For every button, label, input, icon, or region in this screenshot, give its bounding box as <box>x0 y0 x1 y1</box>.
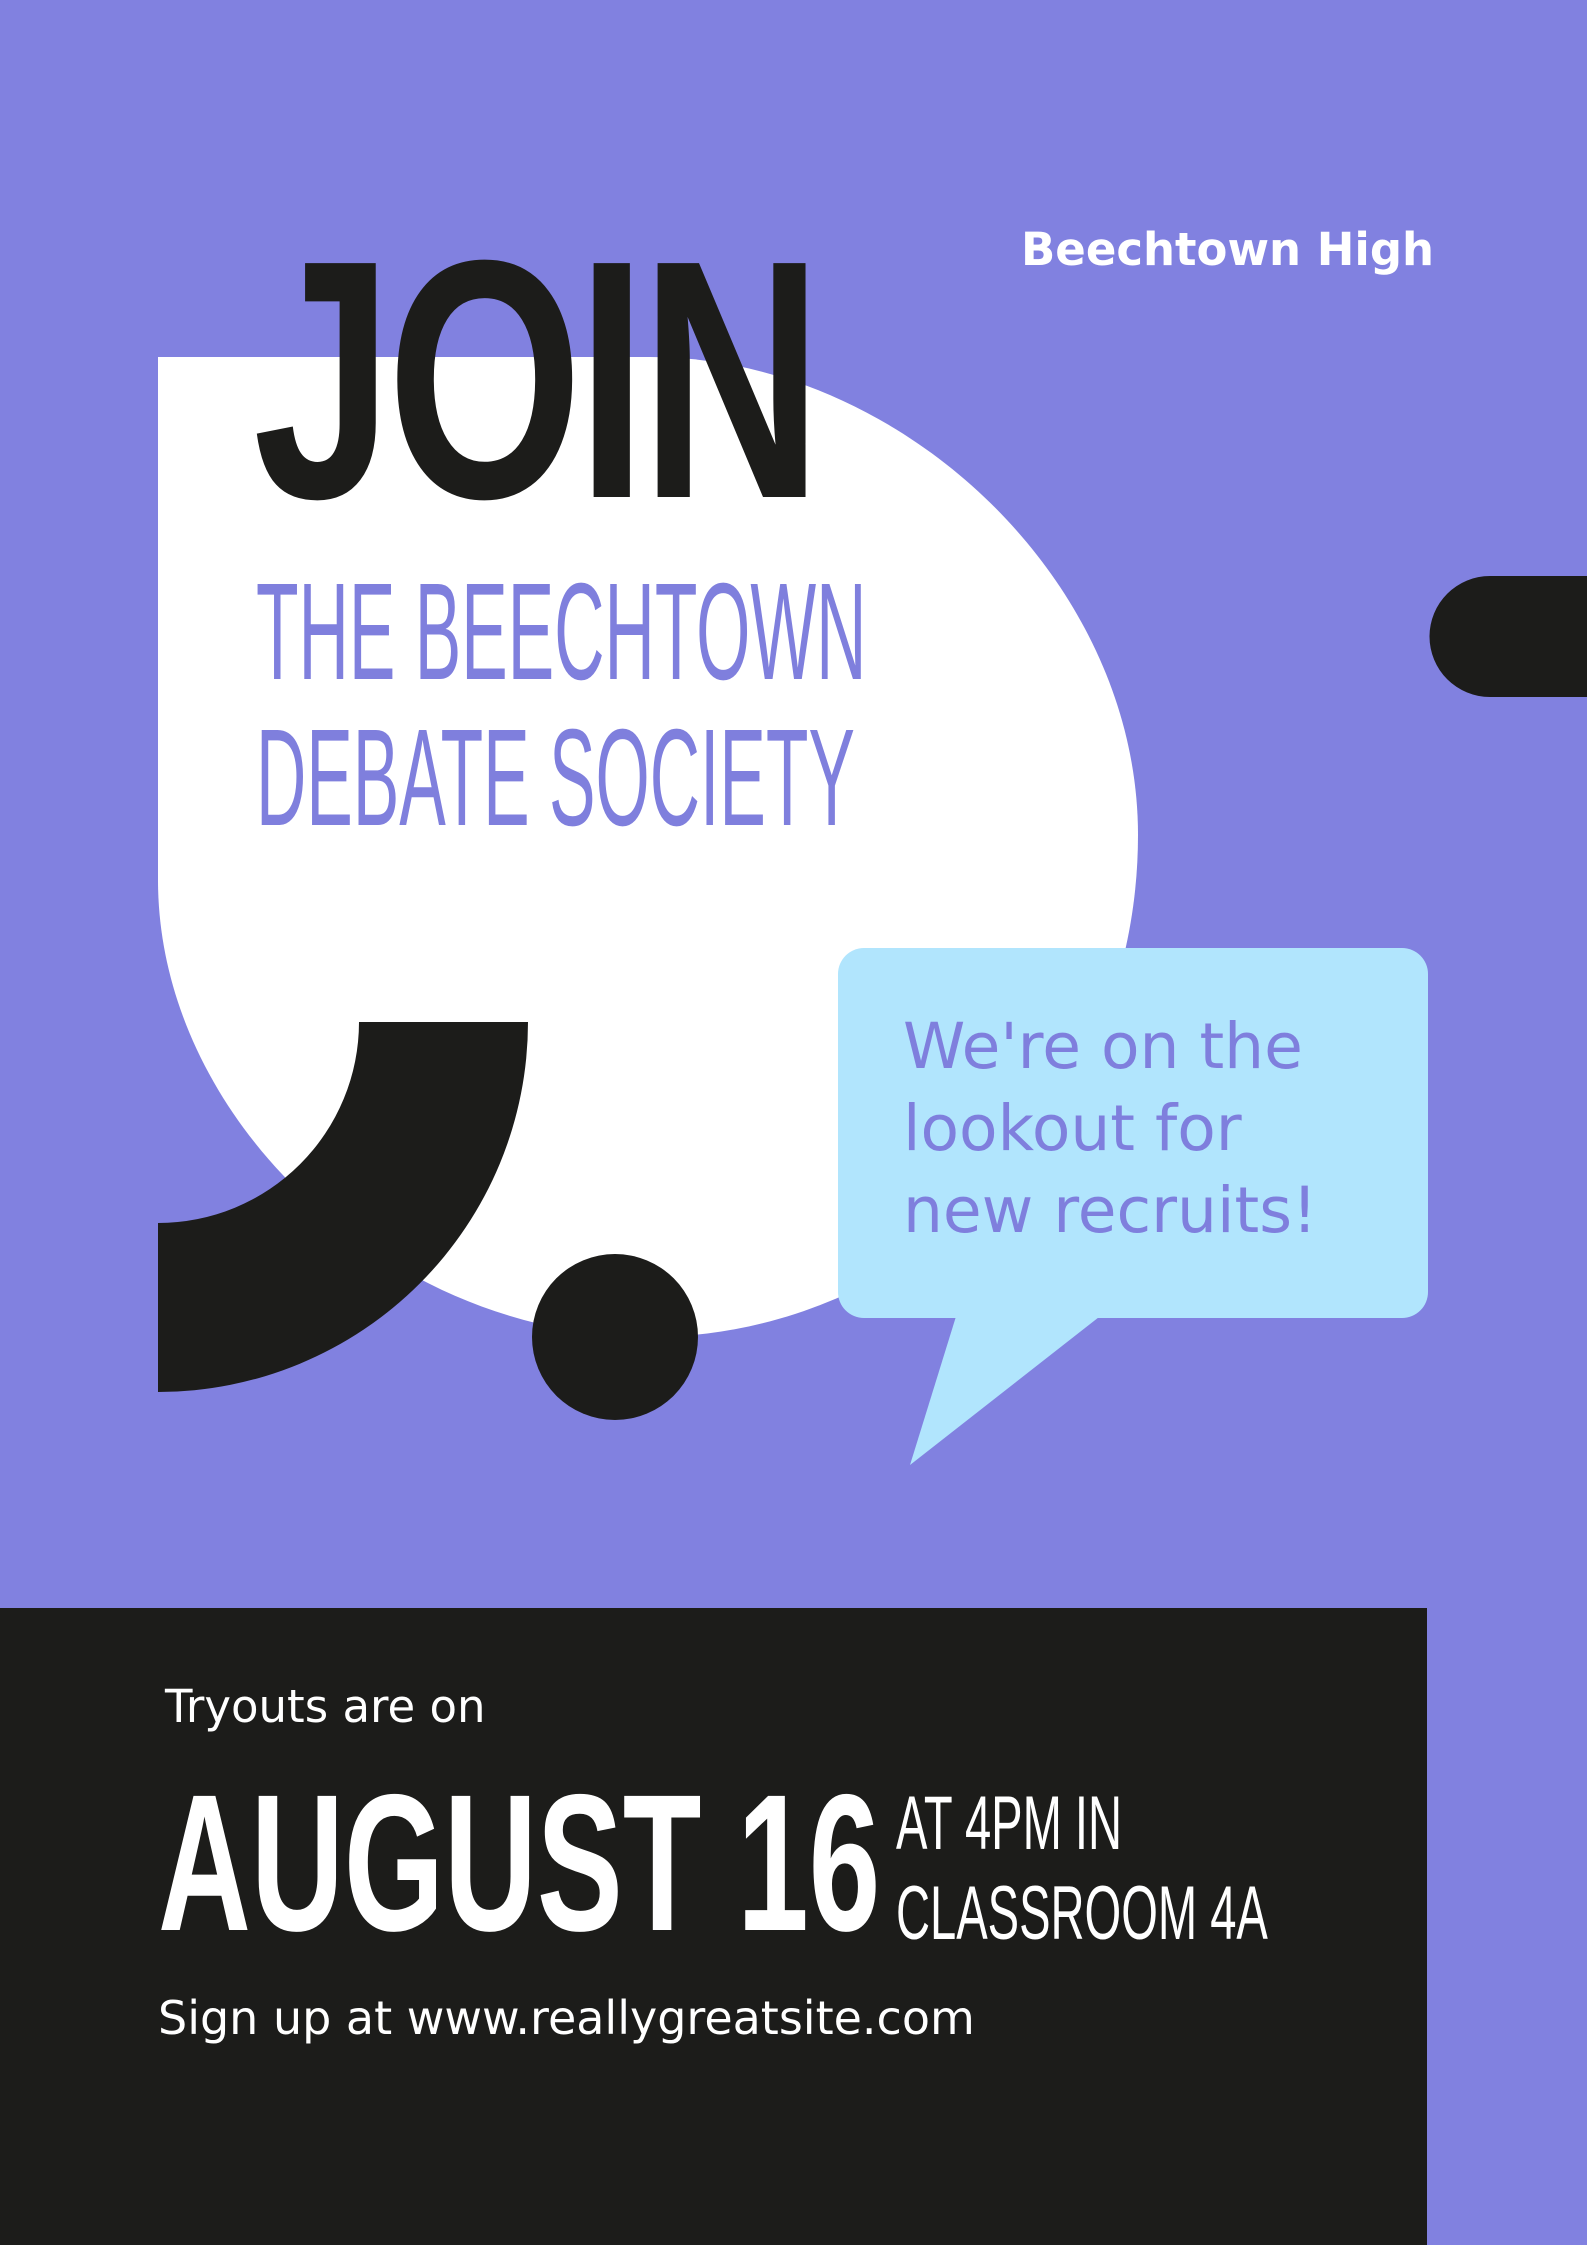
black-pill-shape <box>1429 576 1587 697</box>
poster: Beechtown High JOIN THE BEECHTOWN DEBATE… <box>0 0 1587 2245</box>
tryouts-intro: Tryouts are on <box>165 1680 486 1733</box>
signup-info: Sign up at www.reallygreatsite.com <box>158 1991 975 2045</box>
subtitle-line-2: DEBATE SOCIETY <box>256 701 855 855</box>
bubble-text-line-3: new recruits! <box>903 1174 1318 1247</box>
tryout-time-line-2: CLASSROOM 4A <box>896 1871 1268 1956</box>
bubble-text-line-2: lookout for <box>903 1092 1242 1165</box>
bubble-text-line-1: We're on the <box>903 1010 1303 1083</box>
black-dot-shape <box>532 1254 698 1420</box>
subtitle-line-1: THE BEECHTOWN <box>256 555 867 709</box>
tryout-time-line-1: AT 4PM IN <box>896 1781 1123 1866</box>
tryout-date: AUGUST 16 <box>158 1754 881 1972</box>
headline-join: JOIN <box>253 190 822 570</box>
school-name: Beechtown High <box>1021 223 1435 276</box>
